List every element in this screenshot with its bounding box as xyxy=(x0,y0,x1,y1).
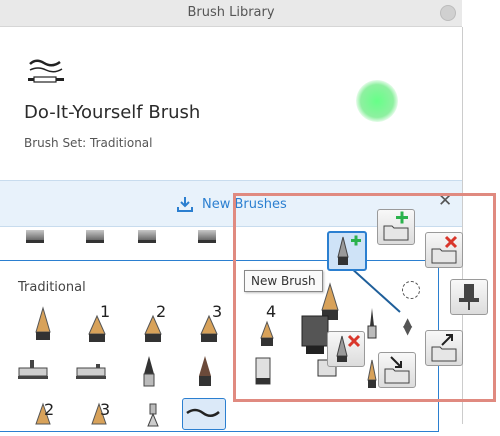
delete-brush-button[interactable] xyxy=(327,331,365,367)
reorder-icon[interactable]: ▲ ▼ xyxy=(403,316,412,336)
delete-set-icon xyxy=(431,235,458,264)
import-icon xyxy=(384,356,410,384)
export-button[interactable] xyxy=(425,330,463,366)
new-brush-set-button[interactable] xyxy=(377,209,415,245)
new-brush-icon xyxy=(337,235,361,265)
import-button[interactable] xyxy=(378,352,416,388)
new-brush-tooltip: New Brush xyxy=(244,270,323,292)
delete-brush-icon xyxy=(336,334,361,362)
pin-button[interactable] xyxy=(450,279,488,315)
export-icon xyxy=(431,334,457,362)
pin-icon xyxy=(459,284,479,310)
delete-brush-set-button[interactable] xyxy=(425,232,463,268)
dashed-circle-icon xyxy=(402,281,420,299)
new-set-icon xyxy=(383,211,409,241)
new-brush-button[interactable] xyxy=(327,231,367,271)
